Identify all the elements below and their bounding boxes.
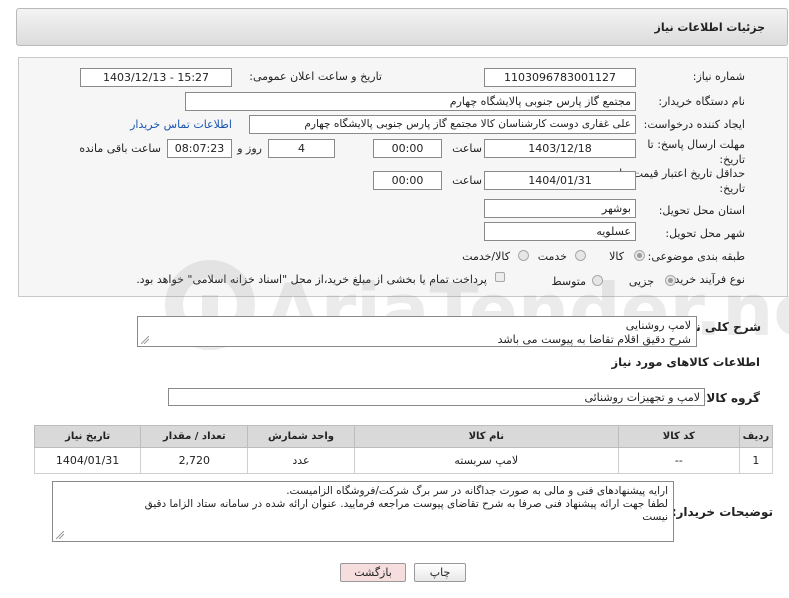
- city-label: شهر محل تحویل:: [665, 227, 745, 240]
- process-option-medium: متوسط: [551, 275, 586, 288]
- table-row[interactable]: 1 -- لامپ سربسته عدد 2,720 1404/01/31: [33, 447, 774, 474]
- category-radio-service[interactable]: [575, 250, 586, 261]
- city-field[interactable]: عسلویه: [484, 222, 636, 241]
- validity-time-label: ساعت: [452, 174, 482, 187]
- buyer-contact-link[interactable]: اطلاعات تماس خریدار: [130, 118, 232, 131]
- days-field[interactable]: 4: [268, 139, 335, 158]
- deadline-time-label: ساعت: [452, 142, 482, 155]
- cell-unit: عدد: [247, 447, 355, 474]
- buyer-notes-field[interactable]: ارایه پیشنهادهای فنی و مالی به صورت جداگ…: [52, 481, 674, 542]
- category-radio-goods-service[interactable]: [518, 250, 529, 261]
- buyer-notes-line1: ارایه پیشنهادهای فنی و مالی به صورت جداگ…: [286, 485, 668, 497]
- deadline-label-line2: تاریخ:: [719, 153, 745, 166]
- category-option-goods-service: کالا/خدمت: [462, 250, 510, 263]
- announce-label: تاریخ و ساعت اعلان عمومی:: [249, 70, 382, 83]
- col-item-name: نام کالا: [353, 425, 619, 448]
- province-label: استان محل تحویل:: [658, 204, 745, 217]
- process-radio-minor[interactable]: [665, 275, 676, 286]
- announce-field[interactable]: 1403/12/13 - 15:27: [80, 68, 232, 87]
- goods-section-title: اطلاعات کالاهای مورد نیاز: [611, 355, 760, 369]
- category-option-service: خدمت: [537, 250, 567, 263]
- cell-quantity: 2,720: [140, 447, 249, 474]
- cell-item-name: لامپ سربسته: [353, 447, 619, 474]
- requester-label: ایجاد کننده درخواست:: [643, 118, 745, 131]
- print-button[interactable]: چاپ: [414, 563, 466, 582]
- description-line2: شرح دقیق اقلام تقاضا به پیوست می باشد: [497, 333, 691, 346]
- need-number-label: شماره نیاز:: [692, 70, 745, 83]
- col-unit: واحد شمارش: [247, 425, 355, 448]
- remaining-time-field[interactable]: 08:07:23: [167, 139, 232, 158]
- province-field[interactable]: بوشهر: [484, 199, 636, 218]
- remaining-label: ساعت باقی مانده: [79, 142, 161, 155]
- col-item-code: کد کالا: [617, 425, 740, 448]
- col-quantity: تعداد / مقدار: [140, 425, 249, 448]
- buyer-label: نام دستگاه خریدار:: [658, 95, 745, 108]
- treasury-checkbox[interactable]: [495, 272, 505, 282]
- buyer-notes-label: توضیحات خریدار:: [671, 505, 773, 519]
- validity-label: حداقل تاریخ اعتبار قیمت: تا تاریخ:: [619, 166, 745, 196]
- deadline-label: مهلت ارسال پاسخ: تا تاریخ:: [647, 137, 745, 167]
- process-radio-medium[interactable]: [592, 275, 603, 286]
- category-label: طبقه بندی موضوعی:: [647, 250, 745, 263]
- requester-field[interactable]: علی غفاری دوست کارشناسان کالا مجتمع گاز …: [249, 115, 636, 134]
- page-title: جزئیات اطلاعات نیاز: [654, 21, 766, 34]
- col-need-date: تاریخ نیاز: [33, 425, 142, 448]
- goods-group-label: گروه کالا:: [701, 391, 760, 405]
- goods-group-field[interactable]: لامپ و تجهیزات روشنائی: [168, 388, 705, 406]
- validity-time-field[interactable]: 00:00: [373, 171, 442, 190]
- treasury-note: پرداخت تمام یا بخشی از مبلغ خرید،از محل …: [136, 273, 487, 286]
- deadline-time-field[interactable]: 00:00: [373, 139, 442, 158]
- category-option-goods: کالا: [609, 250, 624, 263]
- goods-table: ردیف کد کالا نام کالا واحد شمارش تعداد /…: [33, 425, 774, 474]
- resize-handle-icon[interactable]: [141, 336, 149, 344]
- description-field[interactable]: لامپ روشنایی شرح دقیق اقلام تقاضا به پیو…: [137, 316, 697, 347]
- deadline-label-line1: مهلت ارسال پاسخ: تا: [647, 138, 745, 151]
- validity-label-line1: حداقل تاریخ اعتبار قیمت: تا: [619, 167, 745, 180]
- col-row-number: ردیف: [738, 425, 774, 448]
- category-radio-goods[interactable]: [634, 250, 645, 261]
- deadline-date-field[interactable]: 1403/12/18: [484, 139, 636, 158]
- cell-need-date: 1404/01/31: [33, 447, 142, 474]
- page-header: جزئیات اطلاعات نیاز: [16, 8, 788, 46]
- process-option-minor: جزیی: [628, 275, 654, 288]
- table-header-row: ردیف کد کالا نام کالا واحد شمارش تعداد /…: [33, 425, 774, 448]
- validity-date-field[interactable]: 1404/01/31: [484, 171, 636, 190]
- validity-label-line2: تاریخ:: [719, 182, 745, 195]
- description-line1: لامپ روشنایی: [625, 319, 691, 332]
- process-label: نوع فرآیند خرید :: [667, 273, 745, 286]
- notes-resize-handle-icon[interactable]: [56, 531, 64, 539]
- buyer-notes-line2: لطفا جهت ارائه پیشنهاد فنی صرفا به شرح ت…: [144, 498, 668, 510]
- cell-item-code: --: [617, 447, 740, 474]
- days-label: روز و: [237, 142, 262, 155]
- cell-row-number: 1: [738, 447, 774, 474]
- buyer-field[interactable]: مجتمع گاز پارس جنوبی پالایشگاه چهارم: [185, 92, 636, 111]
- need-number-field[interactable]: 1103096783001127: [484, 68, 636, 87]
- back-button[interactable]: بازگشت: [340, 563, 406, 582]
- buyer-notes-line3: نیست: [642, 511, 668, 523]
